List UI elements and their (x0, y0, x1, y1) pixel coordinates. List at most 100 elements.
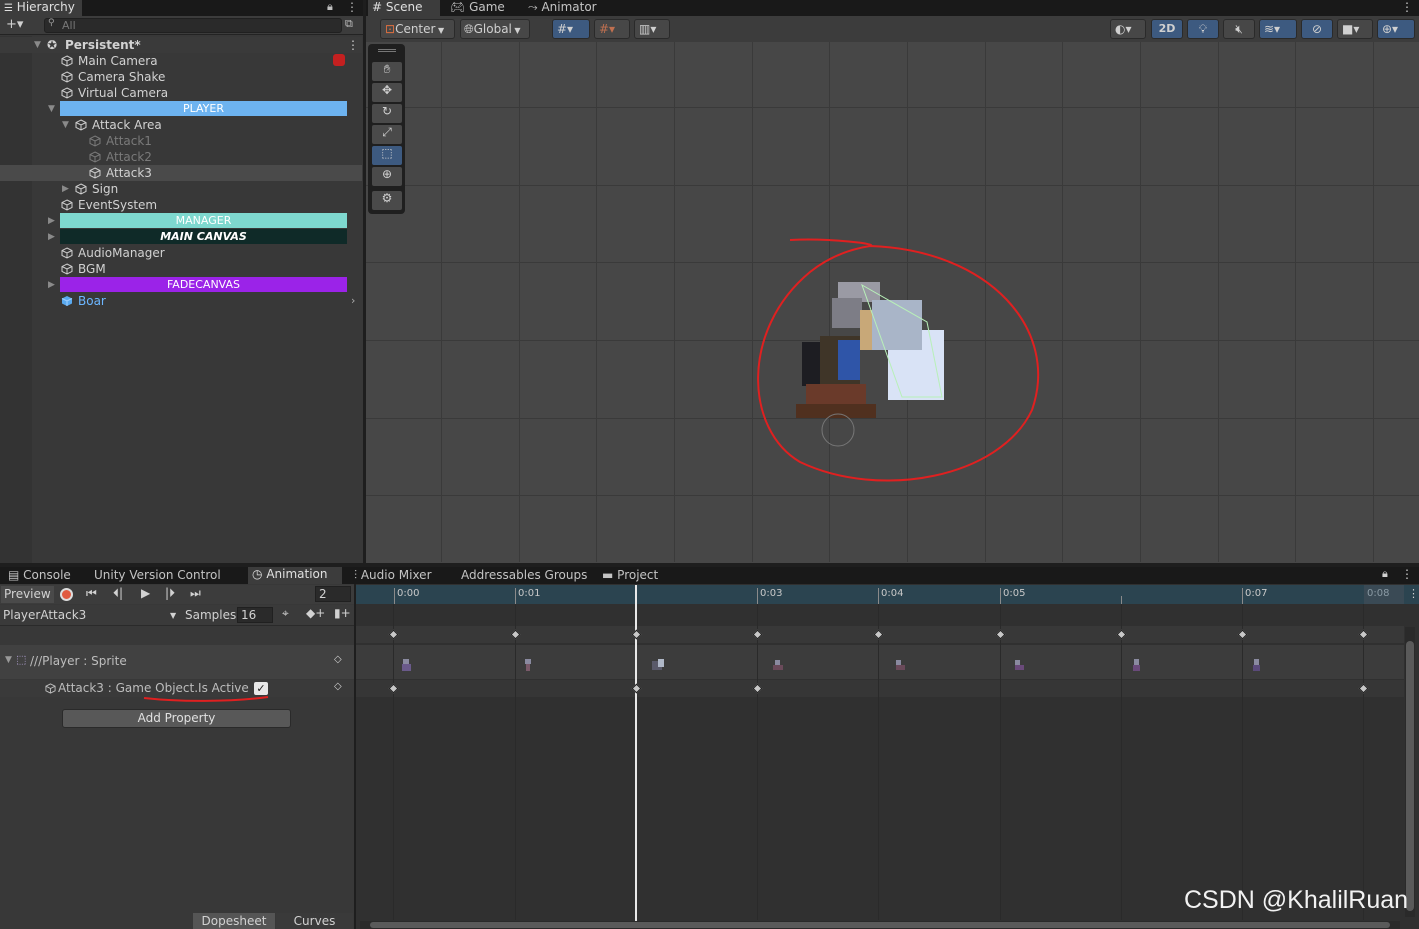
scene-row[interactable]: ▼ ✪ Persistent* ⋮ (0, 37, 362, 53)
hierarchy-item-attack2[interactable]: Attack2 (0, 149, 362, 165)
hierarchy-item-main-canvas[interactable]: ▶ MAIN CANVAS (0, 229, 362, 245)
tab-project[interactable]: ▬ Project (598, 568, 658, 584)
keyframe-menu-icon[interactable]: ◇ (334, 681, 342, 692)
camera-dropdown[interactable]: ■▾ (1337, 19, 1373, 39)
create-button[interactable]: +▾ (6, 17, 23, 32)
hidden-objects-toggle[interactable]: ⊘ (1301, 19, 1333, 39)
sprite-frame-thumbnail[interactable] (1130, 657, 1144, 673)
collapse-arrow-icon[interactable]: ▶ (48, 277, 55, 293)
space-label: Global (473, 22, 512, 36)
sprite-frame-thumbnail[interactable] (893, 657, 907, 673)
expand-arrow-icon[interactable]: ▼ (34, 37, 41, 53)
record-button[interactable] (60, 588, 73, 601)
tab-console[interactable]: ▤ Console (4, 568, 71, 584)
scene-more-icon[interactable]: ⋮ (1401, 0, 1413, 14)
grid-visibility-button[interactable]: ▥▾ (634, 19, 670, 39)
sprite-frame-thumbnail[interactable] (771, 657, 785, 673)
draw-mode-dropdown[interactable]: ◐▾ (1110, 19, 1146, 39)
hierarchy-item-audiomanager[interactable]: AudioManager (0, 245, 362, 261)
tab-audio-mixer[interactable]: ⫶ Audio Mixer (350, 568, 432, 584)
tab-game[interactable]: 🎮︎ Game (446, 0, 516, 16)
pivot-dropdown[interactable]: ⊡Center ▼ (380, 19, 455, 39)
search-input[interactable]: ⚲ All (44, 18, 342, 33)
next-keyframe-icon[interactable]: |⏵︎ (165, 586, 175, 601)
lock-icon[interactable]: 🔒︎ (327, 0, 333, 14)
hierarchy-item-main-camera[interactable]: Main Camera (0, 53, 362, 69)
hierarchy-item-label: Sign (92, 182, 119, 196)
add-property-button[interactable]: Add Property (62, 709, 291, 728)
more-menu-icon[interactable]: ⋮ (346, 0, 358, 14)
hierarchy-item-camera-shake[interactable]: Camera Shake (0, 69, 362, 85)
tab-version-control[interactable]: Unity Version Control (90, 568, 221, 584)
frame-input[interactable]: 2 (315, 586, 351, 602)
collapse-arrow-icon[interactable]: ▶ (48, 213, 55, 229)
snap-increment-button[interactable]: #▾ (594, 19, 630, 39)
hierarchy-item-eventsystem[interactable]: EventSystem (0, 197, 362, 213)
hierarchy-item-bgm[interactable]: BGM (0, 261, 362, 277)
sprite-frame-thumbnail[interactable] (650, 657, 666, 673)
tab-animator-label: Animator (541, 0, 597, 14)
curves-tab[interactable]: Curves (276, 913, 353, 929)
tab-hierarchy[interactable]: ☰ Hierarchy (0, 0, 82, 16)
previous-keyframe-icon[interactable]: ⏴︎| (113, 586, 123, 601)
expand-arrow-icon[interactable]: ▼ (62, 117, 69, 133)
tab-animation[interactable]: ◷ Animation (248, 567, 342, 584)
mode-2d-toggle[interactable]: 2D (1151, 19, 1183, 39)
keyframe-menu-icon[interactable]: ◇ (334, 654, 342, 665)
expand-arrow-icon[interactable]: ▼ (5, 655, 12, 665)
hierarchy-item-attack3[interactable]: Attack3 (0, 165, 362, 181)
hierarchy-item-sign[interactable]: ▶ Sign (0, 181, 362, 197)
hierarchy-tabbar: ☰ Hierarchy 🔒︎ ⋮ (0, 0, 363, 16)
dopesheet-tab[interactable]: Dopesheet (193, 913, 275, 929)
last-keyframe-icon[interactable]: ⏭ (190, 586, 201, 601)
clip-dropdown[interactable]: PlayerAttack3 ▼ (0, 607, 180, 624)
bottom-more-icon[interactable]: ⋮ (1401, 567, 1413, 581)
filter-by-selection-icon[interactable]: ⌖ (282, 606, 289, 621)
expand-arrow-icon[interactable]: ▼ (48, 101, 55, 117)
frame-line (1000, 604, 1001, 920)
property-sprite-label: ///Player : Sprite (30, 654, 127, 668)
effects-dropdown[interactable]: ≋▾ (1259, 19, 1297, 39)
camera-icon: ■▾ (1342, 22, 1360, 36)
play-icon[interactable]: ▶ (141, 586, 150, 600)
hierarchy-item-boar[interactable]: Boar › (0, 293, 362, 309)
hierarchy-item-attack-area[interactable]: ▼ Attack Area (0, 117, 362, 133)
first-keyframe-icon[interactable]: ⏮ (86, 586, 97, 601)
hierarchy-item-virtual-camera[interactable]: Virtual Camera (0, 85, 362, 101)
property-row-sprite[interactable]: ▼ ⬚ ///Player : Sprite ◇ (0, 645, 354, 679)
tab-scene[interactable]: # Scene (368, 0, 440, 16)
collapse-arrow-icon[interactable]: ▶ (48, 229, 55, 245)
lock-icon[interactable]: 🔒︎ (1382, 567, 1388, 581)
hierarchy-item-fadecanvas[interactable]: ▶ FADECANVAS (0, 277, 362, 293)
sprite-frame-thumbnail[interactable] (521, 657, 535, 673)
console-icon: ▤ (8, 568, 20, 582)
hierarchy-item-manager[interactable]: ▶ MANAGER (0, 213, 362, 229)
horizontal-scrollbar-thumb[interactable] (370, 922, 1390, 928)
samples-input[interactable]: 16 (237, 607, 273, 623)
grid-snap-button[interactable]: #▾ (552, 19, 590, 39)
audio-toggle[interactable]: 🔇︎ (1223, 19, 1255, 39)
tab-animator[interactable]: ⤳ Animator (524, 0, 614, 16)
sprite-frame-thumbnail[interactable] (400, 657, 414, 673)
sprite-frame-thumbnail[interactable] (1012, 657, 1026, 673)
hierarchy-item-attack1[interactable]: Attack1 (0, 133, 362, 149)
scene-visibility-icon[interactable]: ⧉ (345, 17, 353, 31)
space-dropdown[interactable]: 🌐︎Global ▼ (460, 19, 530, 39)
horizontal-scrollbar[interactable] (360, 921, 1400, 929)
lighting-toggle[interactable]: 💡︎ (1187, 19, 1219, 39)
add-keyframe-icon[interactable]: ◆+ (306, 606, 325, 620)
hierarchy-item-player[interactable]: ▼ PLAYER (0, 101, 362, 117)
scene-menu-icon[interactable]: ⋮ (347, 37, 359, 53)
preview-toggle[interactable]: Preview (1, 586, 54, 603)
tab-addressables[interactable]: Addressables Groups (457, 568, 587, 584)
gizmos-dropdown[interactable]: ⊕▾ (1377, 19, 1415, 39)
timeline-more-icon[interactable]: ⋮ (1408, 587, 1419, 600)
open-prefab-arrow-icon[interactable]: › (351, 293, 355, 309)
sprite-frame-thumbnail[interactable] (1250, 657, 1264, 673)
add-event-icon[interactable]: ▮+ (334, 606, 351, 620)
hierarchy-item-label: AudioManager (78, 246, 165, 260)
vertical-scrollbar-thumb[interactable] (1406, 641, 1414, 911)
vertical-scrollbar[interactable] (1405, 627, 1415, 917)
scene-canvas[interactable] (366, 42, 1419, 562)
collapse-arrow-icon[interactable]: ▶ (62, 181, 69, 197)
